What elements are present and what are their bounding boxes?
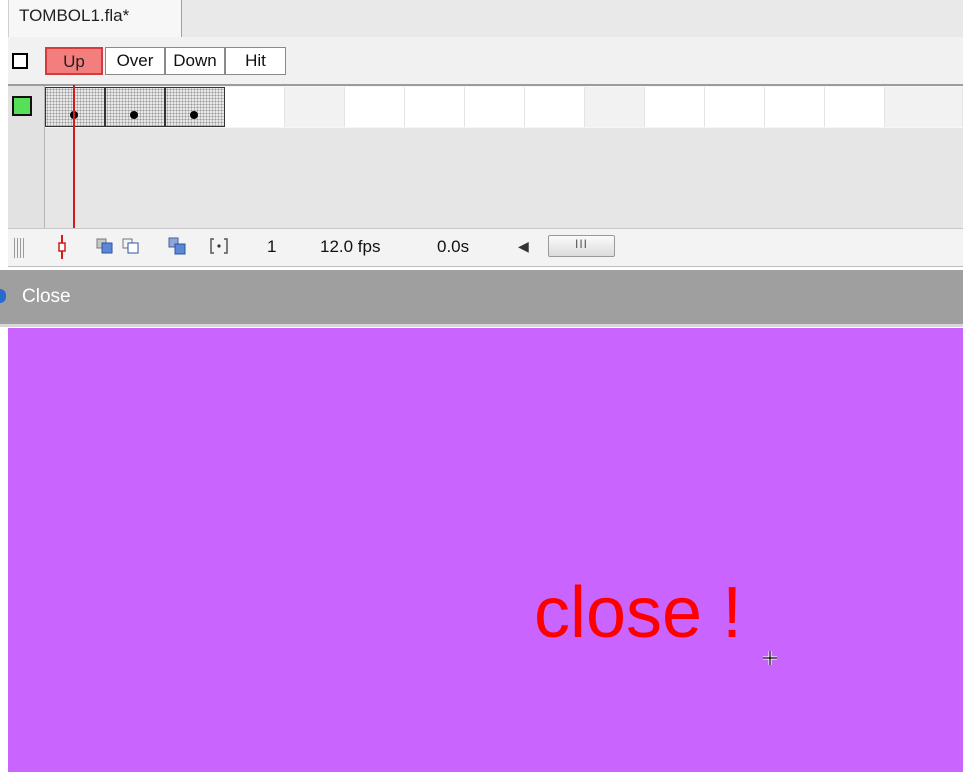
frame-cell[interactable]: [825, 87, 885, 127]
frame-cell[interactable]: [705, 87, 765, 127]
frame-label-over[interactable]: Over: [105, 47, 165, 75]
frame-cell[interactable]: [645, 87, 705, 127]
keyframe-over[interactable]: [105, 87, 165, 127]
frame-label-hit[interactable]: Hit: [225, 47, 286, 75]
stage[interactable]: [8, 328, 963, 772]
onion-skin-outlines-icon[interactable]: [122, 237, 140, 255]
edit-bar: [0, 270, 963, 327]
frame-cell[interactable]: [885, 87, 963, 127]
playhead[interactable]: [73, 85, 75, 230]
resize-grip-icon[interactable]: [14, 238, 24, 258]
frame-cell[interactable]: [765, 87, 825, 127]
keyframe-dot: [190, 111, 198, 119]
crosshair-cursor-icon: [763, 651, 777, 665]
frame-cell[interactable]: [345, 87, 405, 127]
layer-color-icon[interactable]: [12, 96, 32, 116]
symbol-breadcrumb[interactable]: Close: [22, 286, 71, 308]
document-tab[interactable]: TOMBOL1.fla*: [8, 0, 182, 37]
frame-cell[interactable]: [525, 87, 585, 127]
keyframe-up[interactable]: [45, 87, 105, 127]
keyframe-dot: [130, 111, 138, 119]
outline-toggle-icon[interactable]: [12, 53, 28, 69]
document-tab-title: TOMBOL1.fla*: [19, 6, 130, 25]
frame-label-down[interactable]: Down: [165, 47, 225, 75]
scrollbar-grip: III: [574, 237, 588, 251]
frame-cell[interactable]: [405, 87, 465, 127]
edit-multiple-frames-icon[interactable]: [168, 237, 186, 255]
modify-onion-markers-icon[interactable]: [210, 237, 228, 255]
scroll-left-arrow-icon[interactable]: ◀: [518, 238, 529, 255]
frame-rate[interactable]: 12.0 fps: [320, 237, 381, 257]
onion-skin-icon[interactable]: [96, 237, 114, 255]
keyframe-down[interactable]: [165, 87, 225, 127]
frame-cell[interactable]: [285, 87, 345, 127]
frame-cell[interactable]: [585, 87, 645, 127]
elapsed-time: 0.0s: [437, 237, 470, 256]
frame-cell[interactable]: [465, 87, 525, 127]
timeline-status-bar: [8, 228, 963, 267]
timeline-scrollbar-thumb[interactable]: III: [548, 235, 615, 257]
frame-cell-hit[interactable]: [225, 87, 285, 127]
center-frame-icon[interactable]: [55, 235, 69, 259]
frame-label-up[interactable]: Up: [45, 47, 103, 75]
current-frame-number: 1: [267, 237, 277, 256]
timeline-empty-area: [45, 128, 963, 228]
stage-text-close[interactable]: close !: [534, 577, 742, 649]
